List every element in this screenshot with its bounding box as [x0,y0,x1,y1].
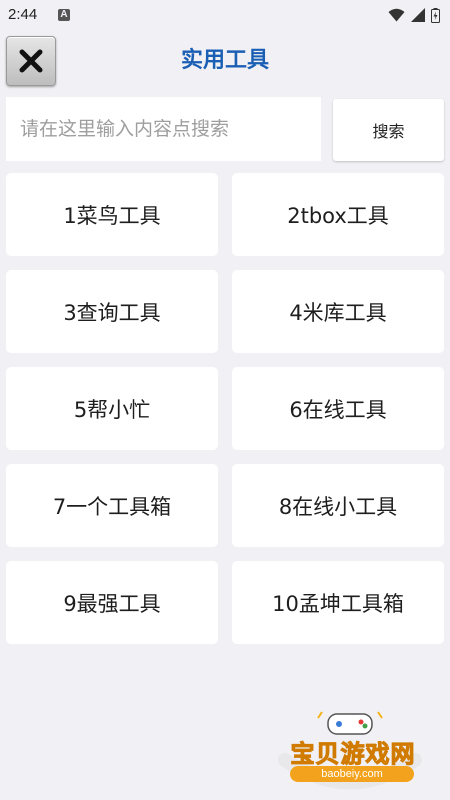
battery-icon [431,7,440,23]
signal-icon [411,8,425,22]
tool-button-online-mini[interactable]: 8在线小工具 [232,464,444,547]
tool-button-query[interactable]: 3查询工具 [6,270,218,353]
close-button[interactable] [6,36,56,86]
watermark-brand: 宝贝游戏网 [290,740,416,769]
tool-grid: 1菜鸟工具 2tbox工具 3查询工具 4米库工具 5帮小忙 6在线工具 7一个… [6,173,444,644]
wifi-icon [388,8,405,22]
tool-button-mengkun[interactable]: 10孟坤工具箱 [232,561,444,644]
notification-a-icon: A [58,9,70,21]
search-input[interactable] [6,97,321,161]
tool-button-miku[interactable]: 4米库工具 [232,270,444,353]
status-bar: 2:44 A [0,0,450,30]
page-title: 实用工具 [180,48,269,73]
status-icons [388,7,440,23]
tool-button-helper[interactable]: 5帮小忙 [6,367,218,450]
close-icon [19,49,43,73]
status-time: 2:44 [8,6,38,23]
header: 实用工具 [0,32,450,90]
watermark-domain: baobeiy.com [290,766,414,782]
watermark-logo: 宝贝游戏网 baobeiy.com [270,710,430,795]
tool-button-cainiao[interactable]: 1菜鸟工具 [6,173,218,256]
search-button[interactable]: 搜索 [333,99,444,161]
tool-button-strongest[interactable]: 9最强工具 [6,561,218,644]
tool-button-tbox[interactable]: 2tbox工具 [232,173,444,256]
tool-button-online[interactable]: 6在线工具 [232,367,444,450]
tool-button-toolbox[interactable]: 7一个工具箱 [6,464,218,547]
